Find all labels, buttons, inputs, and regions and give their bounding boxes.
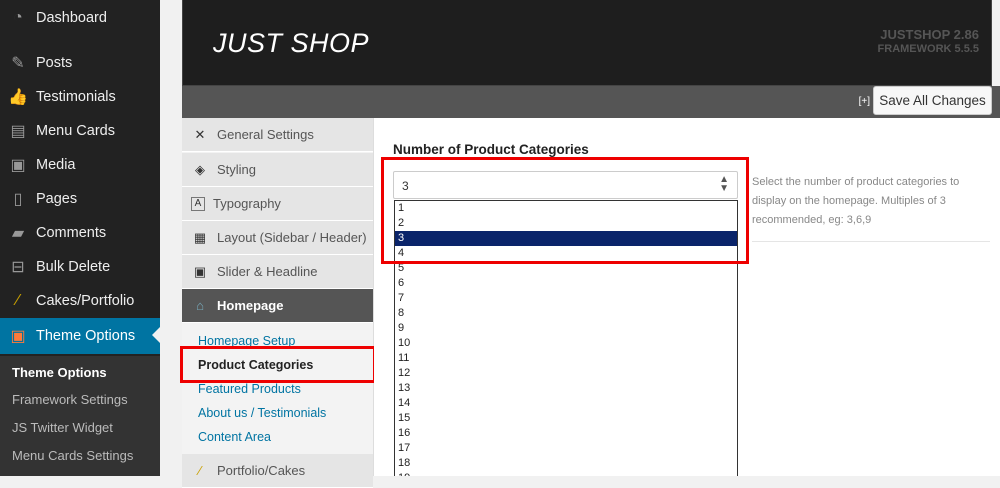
- options-toolbar: [+] Save All Changes: [182, 86, 1000, 118]
- nav-sub-featured-products[interactable]: Featured Products: [198, 382, 301, 396]
- option-heading: Number of Product Categories: [393, 142, 589, 157]
- media-icon: ▣: [10, 157, 26, 174]
- sidebar-item-label: Pages: [36, 191, 78, 207]
- sidebar-item-posts[interactable]: ✎ Posts: [0, 46, 160, 80]
- highlight-box-nav: [180, 346, 376, 383]
- save-all-changes-button[interactable]: Save All Changes: [873, 86, 992, 115]
- tab-label: Typography: [213, 196, 281, 211]
- menu-cards-icon: ▤: [10, 123, 26, 140]
- sidebar-item-menu-cards[interactable]: ▤ Menu Cards: [0, 114, 160, 148]
- theme-header: JUST SHOP JUSTSHOP 2.86 FRAMEWORK 5.5.5: [182, 0, 992, 86]
- version-info: JUSTSHOP 2.86 FRAMEWORK 5.5.5: [878, 28, 979, 56]
- tab-label: Layout (Sidebar / Header): [217, 230, 367, 245]
- dropdown-option[interactable]: 10: [395, 336, 737, 351]
- sidebar-item-bulk-delete[interactable]: ⊟ Bulk Delete: [0, 250, 160, 284]
- theme-version: JUSTSHOP 2.86: [880, 27, 979, 42]
- dropdown-option[interactable]: 6: [395, 276, 737, 291]
- dropdown-option[interactable]: 18: [395, 456, 737, 471]
- tab-general-settings[interactable]: ✕ General Settings: [182, 118, 373, 152]
- tab-label: General Settings: [217, 127, 314, 142]
- sidebar-item-cakes-portfolio[interactable]: ⁄ Cakes/Portfolio: [0, 284, 160, 318]
- tab-label: Styling: [217, 162, 257, 177]
- dropdown-option[interactable]: 19: [395, 471, 737, 476]
- dropdown-option[interactable]: 16: [395, 426, 737, 441]
- submenu-js-twitter-widget[interactable]: JS Twitter Widget: [12, 420, 113, 435]
- options-nav: ✕ General Settings ◈ Styling A Typography ▦…: [182, 118, 374, 488]
- dropdown-option[interactable]: 7: [395, 291, 737, 306]
- paint-bucket-icon: ◈: [195, 161, 205, 177]
- tab-styling[interactable]: ◈ Styling: [182, 153, 373, 187]
- bulk-delete-icon: ⊟: [11, 259, 25, 276]
- sidebar-item-dashboard[interactable]: ◔ Dashboard: [0, 1, 160, 35]
- framework-version: FRAMEWORK 5.5.5: [877, 43, 979, 55]
- tab-label: Homepage: [217, 298, 284, 313]
- typography-icon: A: [191, 196, 205, 211]
- brush-icon: ⁄: [198, 463, 202, 478]
- brush-icon: ⁄: [16, 292, 20, 309]
- pin-icon: ✎: [11, 55, 25, 72]
- thumbs-up-icon: 👍: [8, 89, 28, 106]
- sidebar-item-label: Comments: [36, 225, 107, 241]
- comments-icon: ▰: [11, 225, 25, 242]
- dashboard-icon: ◔: [13, 9, 23, 26]
- sidebar-item-comments[interactable]: ▰ Comments: [0, 216, 160, 250]
- sidebar-item-label: Theme Options: [36, 328, 136, 344]
- option-help-text: Select the number of product categories …: [752, 176, 960, 226]
- theme-logo-title: JUST SHOP: [213, 28, 370, 58]
- tools-icon: ✕: [194, 126, 206, 142]
- sidebar-item-testimonials[interactable]: 👍 Testimonials: [0, 80, 160, 114]
- tab-typography[interactable]: A Typography: [182, 187, 373, 221]
- nav-sub-about-testimonials[interactable]: About us / Testimonials: [198, 406, 326, 420]
- sidebar-item-label: Menu Cards: [36, 123, 115, 139]
- highlight-box-select: [381, 157, 749, 264]
- tab-label: Slider & Headline: [217, 264, 318, 279]
- nav-sub-content-area[interactable]: Content Area: [198, 430, 271, 444]
- dropdown-option[interactable]: 12: [395, 366, 737, 381]
- tab-homepage[interactable]: ⌂ Homepage: [182, 289, 373, 323]
- dropdown-option[interactable]: 17: [395, 441, 737, 456]
- dropdown-option[interactable]: 14: [395, 396, 737, 411]
- slider-icon: ▣: [193, 263, 207, 279]
- sidebar-item-label: Dashboard: [36, 10, 107, 26]
- sidebar-item-label: Bulk Delete: [36, 259, 111, 275]
- tab-layout[interactable]: ▦ Layout (Sidebar / Header): [182, 221, 373, 255]
- sidebar-item-label: Cakes/Portfolio: [36, 293, 135, 309]
- submenu-framework-settings[interactable]: Framework Settings: [12, 392, 128, 407]
- sidebar-item-label: Testimonials: [36, 89, 116, 105]
- sidebar-item-label: Media: [36, 157, 76, 173]
- dropdown-option[interactable]: 11: [395, 351, 737, 366]
- divider: [752, 241, 990, 242]
- sidebar-item-media[interactable]: ▣ Media: [0, 148, 160, 182]
- submenu-menu-cards-settings[interactable]: Menu Cards Settings: [12, 448, 133, 463]
- dropdown-option[interactable]: 13: [395, 381, 737, 396]
- dropdown-option[interactable]: 8: [395, 306, 737, 321]
- sidebar-item-label: Posts: [36, 55, 73, 71]
- theme-options-submenu: Theme Options Framework Settings JS Twit…: [0, 356, 160, 476]
- pages-icon: ▯: [13, 191, 23, 208]
- home-icon: ⌂: [196, 298, 204, 313]
- theme-options-icon: ▣: [10, 328, 26, 345]
- admin-sidebar: ◔ Dashboard ✎ Posts 👍 Testimonials ▤ Menu Ca…: [0, 0, 160, 476]
- dropdown-option[interactable]: 15: [395, 411, 737, 426]
- submenu-theme-options[interactable]: Theme Options: [12, 365, 107, 380]
- layout-icon: ▦: [193, 229, 207, 245]
- tab-portfolio-cakes[interactable]: ⁄ Portfolio/Cakes: [182, 454, 373, 488]
- sidebar-item-theme-options[interactable]: ▣ Theme Options: [0, 318, 160, 354]
- dropdown-option[interactable]: 9: [395, 321, 737, 336]
- tab-slider-headline[interactable]: ▣ Slider & Headline: [182, 255, 373, 289]
- expand-all-link[interactable]: [+]: [859, 96, 870, 107]
- sidebar-item-pages[interactable]: ▯ Pages: [0, 182, 160, 216]
